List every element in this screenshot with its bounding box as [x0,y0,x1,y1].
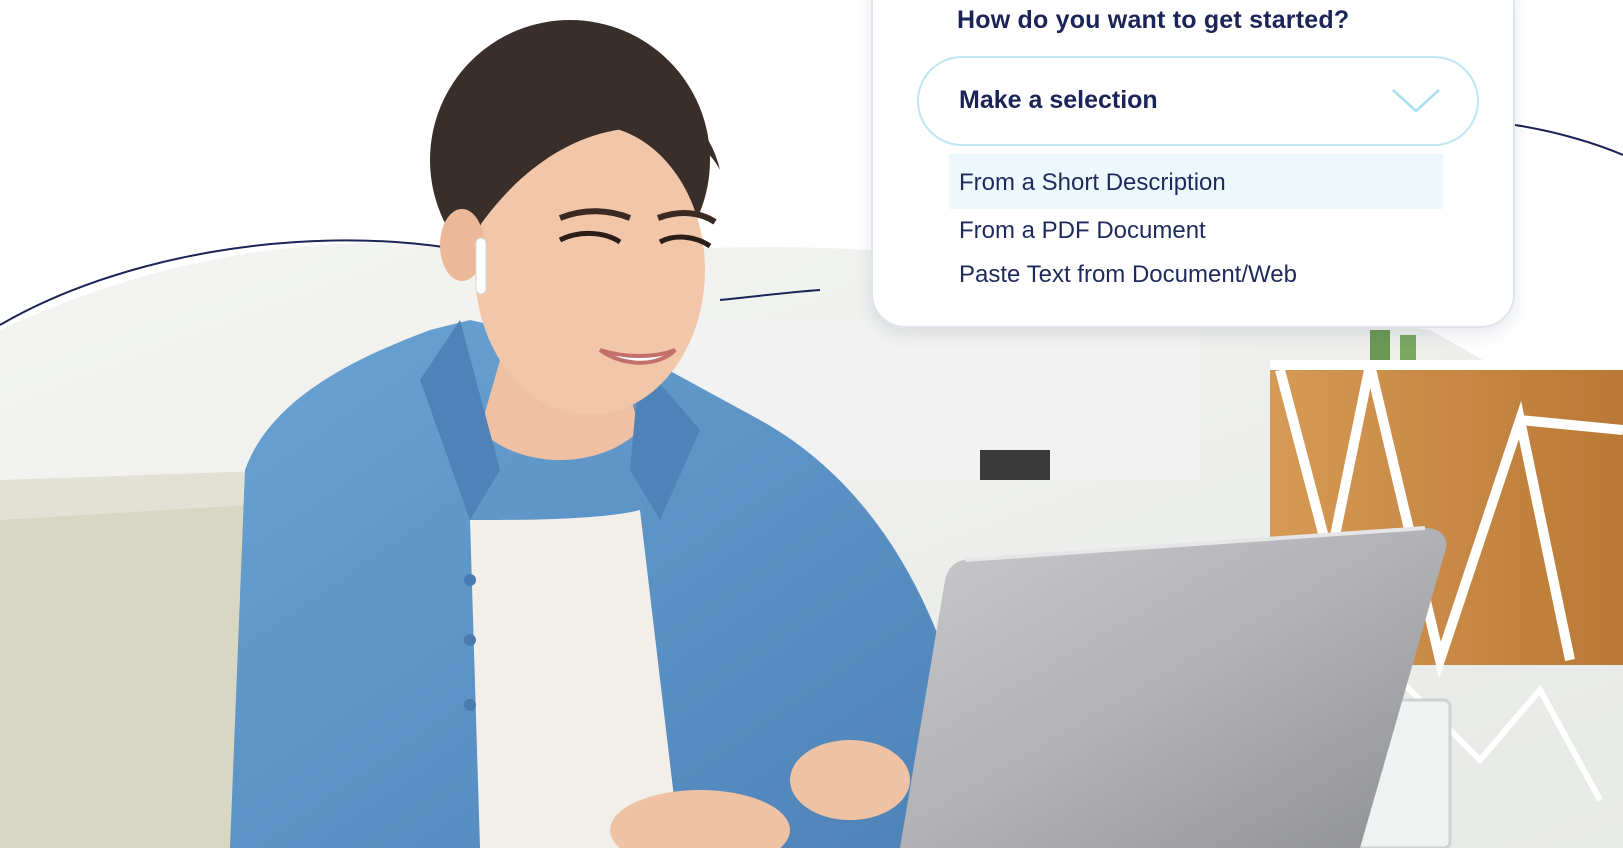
option-paste-text[interactable]: Paste Text from Document/Web [949,253,1443,297]
get-started-dropdown-card: How do you want to get started? Make a s… [871,0,1515,328]
selection-select[interactable]: Make a selection [917,56,1479,146]
select-placeholder: Make a selection [959,86,1158,114]
dropdown-options-list: From a Short Description From a PDF Docu… [949,154,1443,297]
option-short-description[interactable]: From a Short Description [949,154,1443,209]
decor-curve-right [1514,124,1623,156]
laptop [900,526,1447,848]
get-started-question: How do you want to get started? [957,6,1350,34]
option-pdf-document[interactable]: From a PDF Document [949,209,1443,253]
chevron-down-icon[interactable] [1391,88,1441,114]
